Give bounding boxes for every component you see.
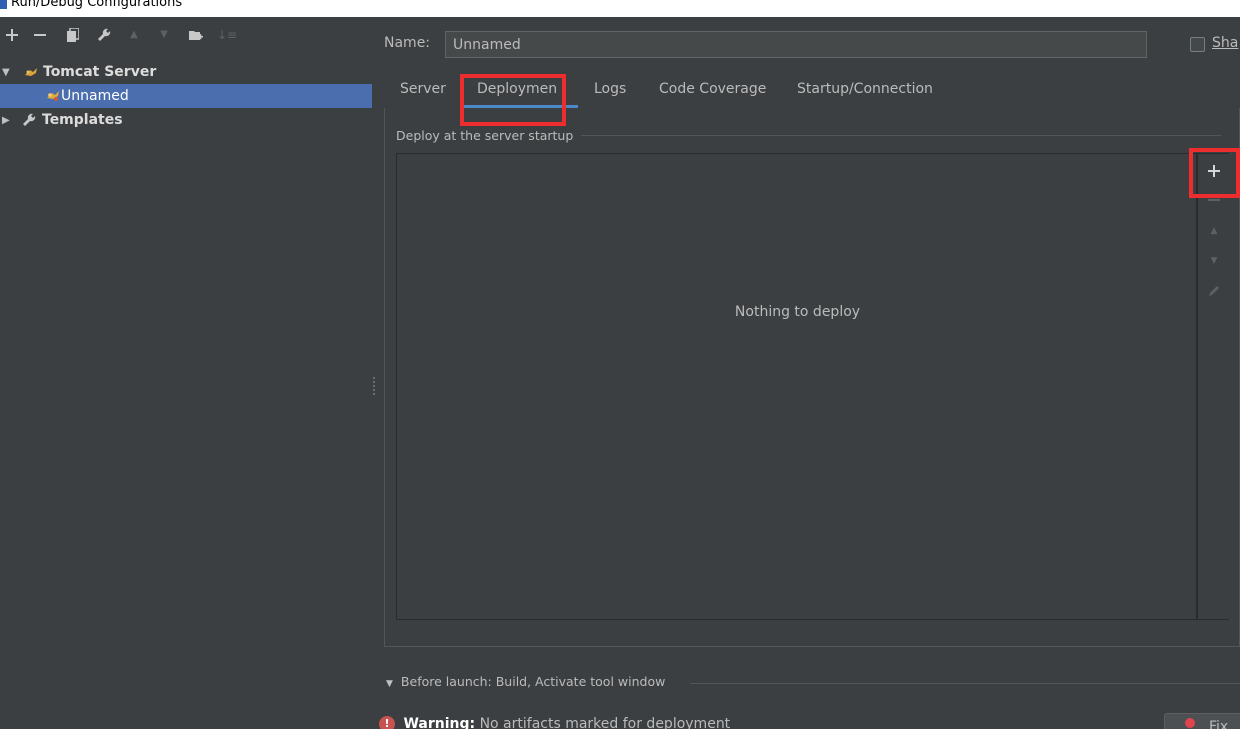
move-up-button[interactable]: ▲ bbox=[1198, 218, 1230, 244]
highlight-box-add-button bbox=[1189, 148, 1240, 198]
tree-item-tomcat-server[interactable]: ▼ Tomcat Server bbox=[0, 60, 372, 84]
before-launch-divider bbox=[690, 683, 1240, 684]
sort-icon[interactable]: ↓≡ bbox=[217, 25, 237, 45]
section-title: Deploy at the server startup bbox=[396, 128, 574, 143]
arrow-up-icon[interactable]: ▲ bbox=[124, 25, 144, 45]
tab-logs[interactable]: Logs bbox=[594, 81, 626, 97]
copy-icon[interactable] bbox=[63, 25, 83, 45]
deployment-list[interactable]: Nothing to deploy bbox=[396, 153, 1197, 620]
minus-icon bbox=[1208, 199, 1220, 201]
minus-icon[interactable] bbox=[30, 25, 50, 45]
error-dot-icon bbox=[1185, 718, 1195, 728]
chevron-down-icon[interactable]: ▼ bbox=[2, 67, 10, 78]
share-label[interactable]: Sha bbox=[1212, 35, 1238, 51]
tree-item-label: Tomcat Server bbox=[43, 64, 157, 80]
plus-icon[interactable] bbox=[2, 25, 22, 45]
app-icon bbox=[0, 0, 7, 9]
folder-icon[interactable] bbox=[186, 25, 206, 45]
tree-item-templates[interactable]: ▶ Templates bbox=[0, 108, 372, 132]
deployment-list-toolbar: ▲ ▼ bbox=[1197, 153, 1229, 620]
tab-code-coverage[interactable]: Code Coverage bbox=[659, 81, 766, 97]
before-launch-label: Before launch: Build, Activate tool wind… bbox=[400, 674, 666, 689]
window-title-bar: Run/Debug Configurations bbox=[0, 0, 1240, 17]
before-launch-section[interactable]: ▼ Before launch: Build, Activate tool win… bbox=[386, 674, 665, 689]
arrow-down-icon: ▼ bbox=[1210, 256, 1218, 266]
empty-list-text: Nothing to deploy bbox=[734, 304, 861, 320]
tab-startup-connection[interactable]: Startup/Connection bbox=[797, 81, 933, 97]
pencil-icon bbox=[1209, 286, 1219, 296]
highlight-box-deployment-tab bbox=[460, 74, 566, 126]
arrow-down-icon[interactable]: ▼ bbox=[154, 25, 174, 45]
window-title: Run/Debug Configurations bbox=[11, 0, 183, 10]
fix-button-label: Fix bbox=[1209, 719, 1229, 729]
tree-item-label: Unnamed bbox=[61, 88, 129, 104]
tab-server[interactable]: Server bbox=[400, 81, 446, 97]
tree-item-unnamed[interactable]: Unnamed bbox=[0, 84, 372, 108]
configurations-toolbar: ▲ ▼ ↓≡ bbox=[0, 25, 372, 47]
tomcat-icon bbox=[24, 66, 38, 82]
wrench-icon[interactable] bbox=[94, 25, 114, 45]
tomcat-icon bbox=[46, 89, 60, 106]
fix-button[interactable]: Fix bbox=[1164, 713, 1240, 729]
wrench-icon bbox=[22, 113, 36, 131]
edit-artifact-button[interactable] bbox=[1198, 278, 1230, 304]
arrow-up-icon: ▲ bbox=[1210, 226, 1218, 236]
name-label: Name: bbox=[384, 35, 431, 51]
error-icon: ! bbox=[379, 716, 395, 729]
tree-item-label: Templates bbox=[42, 112, 123, 128]
chevron-right-icon[interactable]: ▶ bbox=[2, 115, 10, 126]
warning-message: ! Warning: No artifacts marked for deplo… bbox=[379, 716, 730, 729]
name-input[interactable] bbox=[445, 31, 1147, 58]
warning-prefix: Warning: bbox=[403, 716, 476, 729]
move-down-button[interactable]: ▼ bbox=[1198, 248, 1230, 274]
share-checkbox[interactable] bbox=[1190, 37, 1205, 52]
configurations-sidebar: ▲ ▼ ↓≡ ▼ Tomcat Server Unnamed ▶ Templat… bbox=[0, 17, 372, 729]
chevron-down-icon[interactable]: ▼ bbox=[386, 679, 393, 689]
warning-text: No artifacts marked for deployment bbox=[479, 716, 731, 729]
deployment-tab-panel: Deploy at the server startup Nothing to … bbox=[384, 108, 1240, 647]
section-divider bbox=[581, 135, 1221, 136]
